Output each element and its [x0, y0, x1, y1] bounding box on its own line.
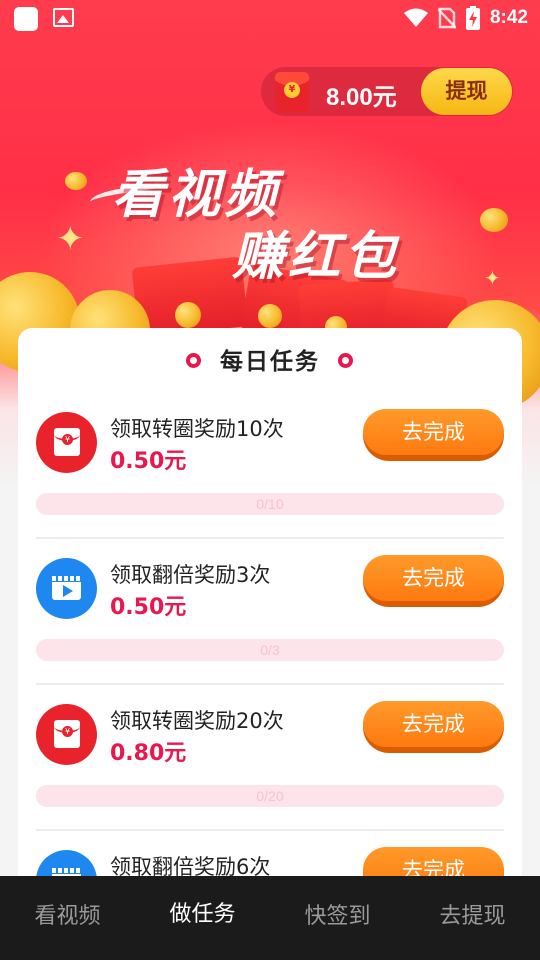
go-complete-button[interactable]: 去完成	[363, 555, 504, 607]
nav-item-check-in[interactable]: 快签到	[270, 876, 405, 960]
daily-tasks-card: 每日任务 领取转圈奖励10次 0.50元 去完成 0/10 领取翻倍奖励3次 0…	[18, 328, 522, 888]
red-envelope-icon	[36, 412, 97, 473]
go-complete-label: 去完成	[363, 409, 504, 455]
nav-item-withdraw[interactable]: 去提现	[405, 876, 540, 960]
app-notification-icon	[14, 7, 38, 31]
progress-bar: 0/10	[36, 493, 504, 515]
divider	[36, 829, 504, 831]
status-bar: 8:42	[0, 0, 540, 36]
progress-text: 0/10	[256, 496, 284, 512]
go-complete-label: 去完成	[363, 555, 504, 601]
title-dot-icon	[186, 353, 201, 368]
task-row: 领取转圈奖励20次 0.80元 去完成 0/20	[36, 701, 504, 850]
nav-item-do-tasks[interactable]: 做任务	[135, 876, 270, 960]
task-reward: 0.80元	[110, 741, 187, 766]
task-row: 领取翻倍奖励3次 0.50元 去完成 0/3	[36, 555, 504, 704]
progress-bar: 0/3	[36, 639, 504, 661]
go-complete-label: 去完成	[363, 701, 504, 747]
red-envelope-icon: ¥	[275, 72, 309, 112]
go-complete-button[interactable]: 去完成	[363, 701, 504, 753]
divider	[36, 683, 504, 685]
bottom-nav: 看视频 做任务 快签到 去提现	[0, 876, 540, 960]
no-sim-icon	[437, 7, 456, 29]
card-title: 每日任务	[220, 349, 320, 375]
headline-line-2: 赚红包	[232, 226, 401, 287]
gold-coin-decoration	[258, 304, 282, 328]
task-name: 领取转圈奖励10次	[110, 417, 284, 441]
task-name: 领取翻倍奖励3次	[110, 563, 271, 587]
progress-bar: 0/20	[36, 785, 504, 807]
task-reward: 0.50元	[110, 449, 187, 474]
balance-pill: ¥ 8.00元 提现	[261, 67, 513, 116]
clock: 8:42	[489, 7, 528, 28]
task-name: 领取转圈奖励20次	[110, 709, 284, 733]
red-envelope-icon	[36, 704, 97, 765]
balance-amount: 8.00元	[326, 84, 397, 111]
gold-coin-decoration	[65, 172, 87, 190]
task-reward: 0.50元	[110, 595, 187, 620]
progress-text: 0/20	[256, 788, 284, 804]
video-clapper-icon	[36, 558, 97, 619]
withdraw-button[interactable]: 提现	[421, 68, 512, 115]
task-row: 领取转圈奖励10次 0.50元 去完成 0/10	[36, 409, 504, 558]
gold-coin-decoration	[175, 302, 201, 328]
go-complete-button[interactable]: 去完成	[363, 409, 504, 461]
wifi-icon	[403, 8, 428, 27]
sparkle-icon: ✦	[484, 266, 501, 290]
card-header: 每日任务	[18, 342, 522, 382]
sparkle-icon: ✦	[56, 219, 85, 259]
image-notification-icon	[53, 8, 74, 27]
nav-item-watch-video[interactable]: 看视频	[0, 876, 135, 960]
gold-coin-decoration	[480, 208, 508, 232]
divider	[36, 537, 504, 539]
battery-charging-icon	[465, 6, 480, 30]
progress-text: 0/3	[260, 642, 280, 658]
title-dot-icon	[338, 353, 353, 368]
